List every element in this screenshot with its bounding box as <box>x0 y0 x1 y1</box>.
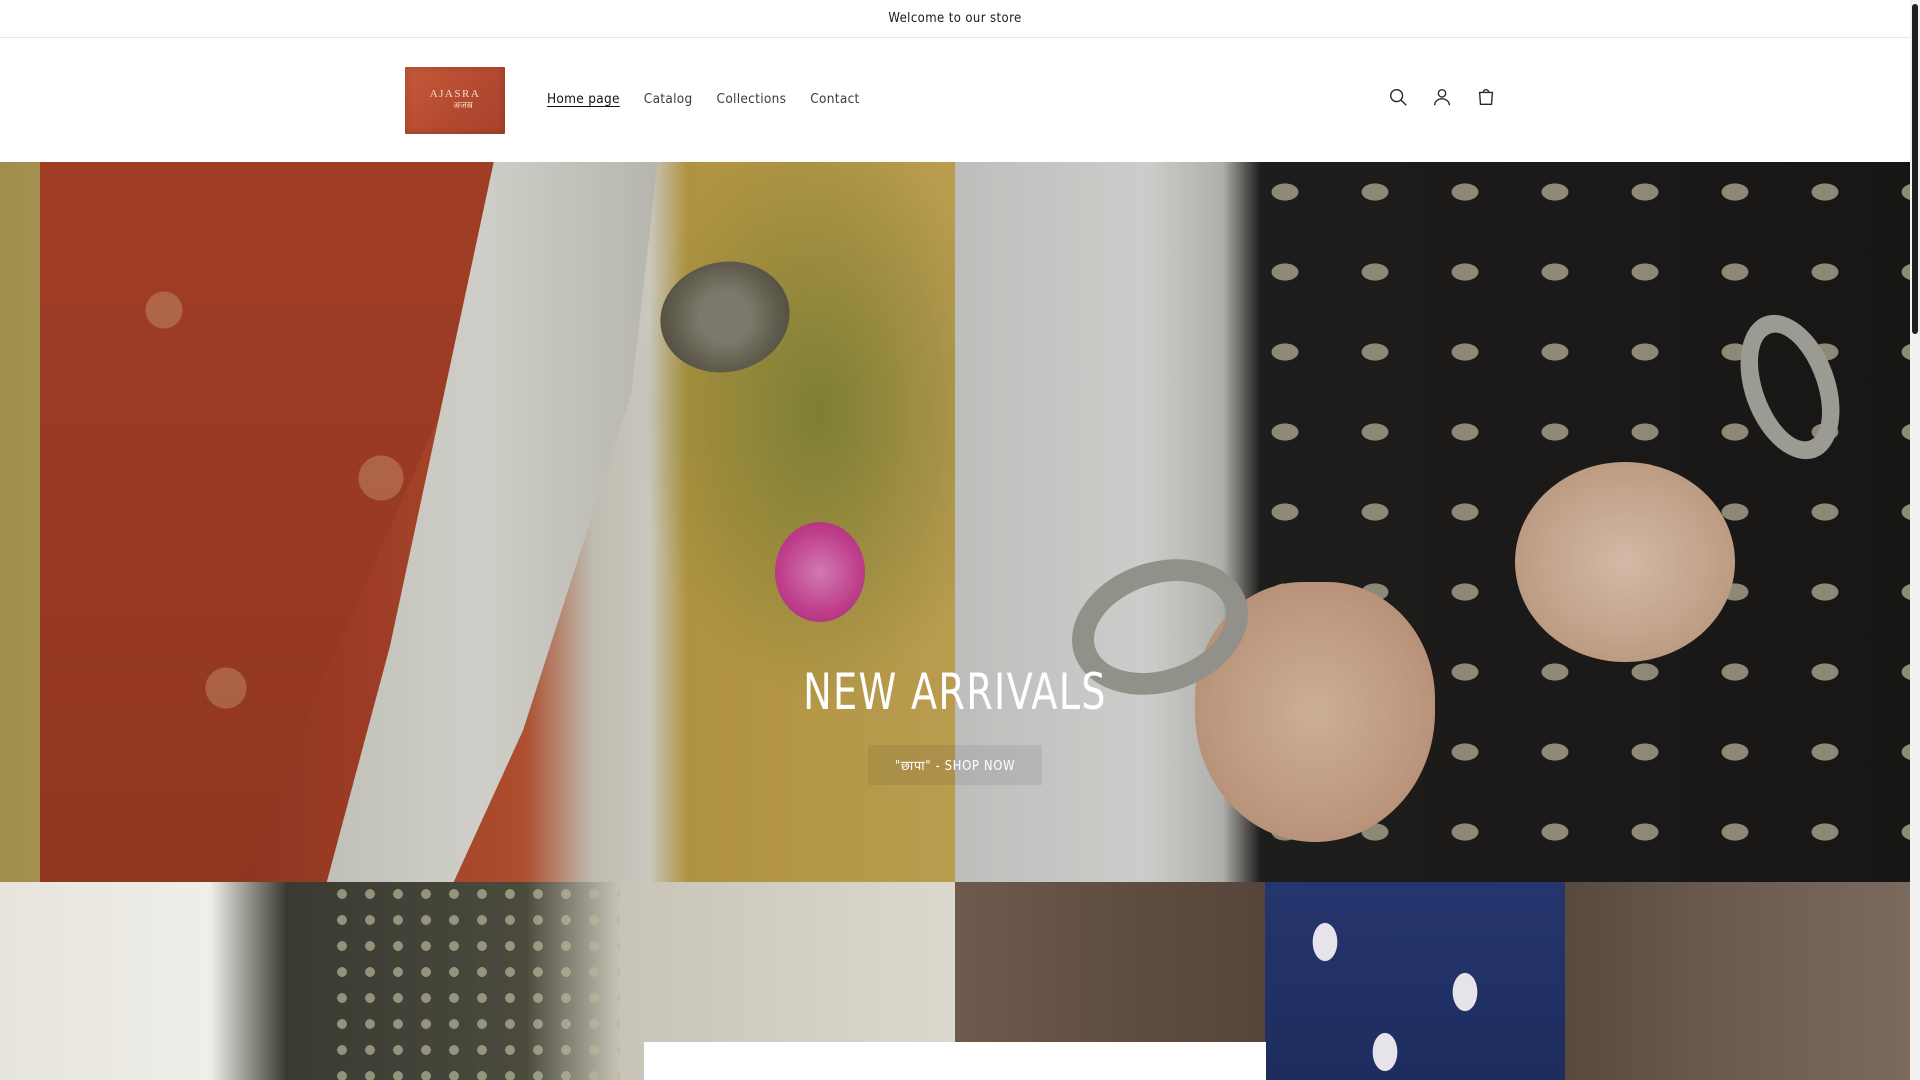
cart-icon <box>1478 89 1494 106</box>
header-icons <box>1380 79 1504 115</box>
scroll-thumb[interactable] <box>1912 4 1918 334</box>
nav-home[interactable]: Home page <box>535 88 632 110</box>
page-scrollbar[interactable] <box>1910 0 1920 1080</box>
site-header: AJASRA अजस्र Home page Catalog Collectio… <box>0 39 1910 161</box>
main-nav: Home page Catalog Collections Contact <box>535 88 872 110</box>
cart-button[interactable] <box>1468 79 1504 115</box>
floral-print <box>330 882 620 1080</box>
account-icon <box>1433 88 1451 106</box>
hero-banner: NEW ARRIVALS "छापा" - SHOP NOW <box>0 162 1910 882</box>
store-logo[interactable]: AJASRA अजस्र <box>405 67 505 134</box>
logo-text-hi: अजस्र <box>453 99 473 110</box>
search-icon <box>1389 88 1407 106</box>
nav-collections[interactable]: Collections <box>705 88 799 110</box>
announcement-bar: Welcome to our store <box>0 0 1910 38</box>
hero-title: NEW ARRIVALS <box>803 663 1107 721</box>
shop-now-button[interactable]: "छापा" - SHOP NOW <box>868 745 1042 785</box>
logo-text-en: AJASRA <box>429 87 481 100</box>
account-button[interactable] <box>1424 79 1460 115</box>
nav-catalog[interactable]: Catalog <box>632 88 705 110</box>
search-button[interactable] <box>1380 79 1416 115</box>
paisley-print <box>1265 882 1565 1080</box>
announcement-text: Welcome to our store <box>888 11 1022 26</box>
nav-contact[interactable]: Contact <box>798 88 871 110</box>
content-panel <box>644 1042 1266 1080</box>
